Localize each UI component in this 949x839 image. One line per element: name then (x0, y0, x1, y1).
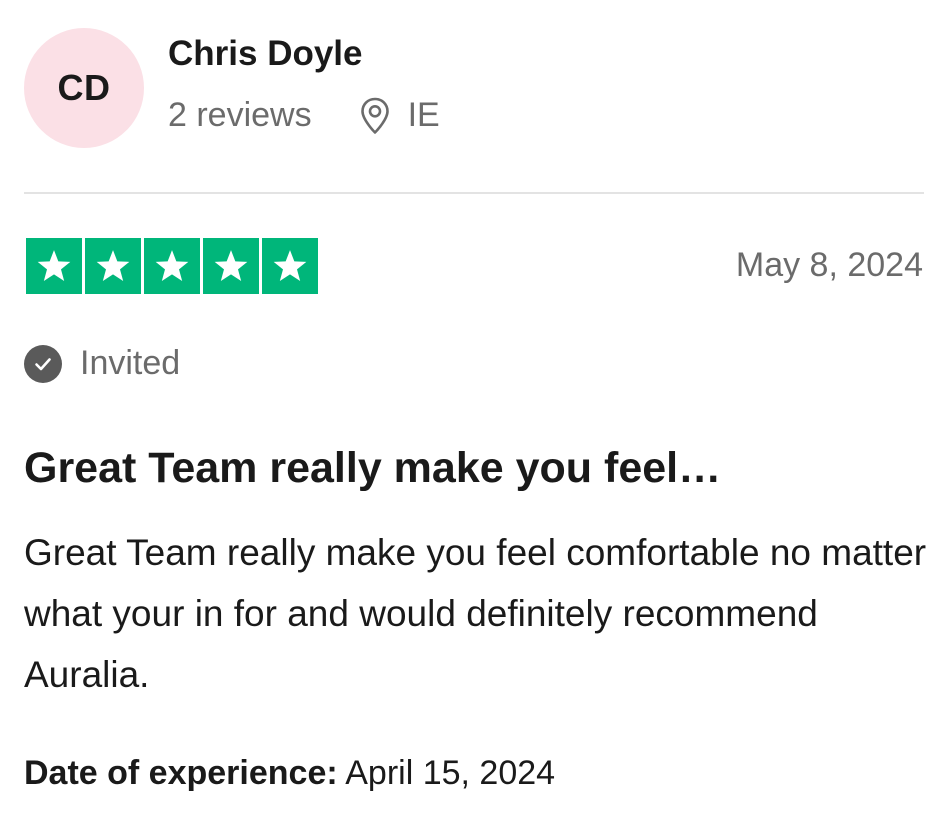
experience-label: Date of experience: (24, 754, 338, 792)
star-rating (26, 238, 318, 294)
reviews-count: 2 reviews (168, 96, 312, 134)
review-title[interactable]: Great Team really make you feel… (24, 444, 721, 493)
review-card: CD Chris Doyle 2 reviews IE May 8, 2024 … (0, 0, 949, 839)
invited-badge: Invited (24, 344, 180, 383)
avatar[interactable]: CD (24, 28, 144, 148)
experience-date: April 15, 2024 (345, 754, 556, 792)
reviewer-name[interactable]: Chris Doyle (168, 34, 363, 74)
star-icon (203, 238, 259, 294)
map-pin-icon (360, 97, 390, 135)
date-of-experience: Date of experience: April 15, 2024 (24, 754, 555, 793)
star-icon (26, 238, 82, 294)
reviewer-location: IE (407, 96, 440, 134)
invited-label: Invited (80, 344, 181, 382)
reviewer-meta: 2 reviews IE (168, 96, 440, 135)
review-body: Great Team really make you feel comforta… (24, 532, 927, 695)
check-circle-icon (24, 344, 62, 383)
star-icon (85, 238, 141, 294)
star-icon (262, 238, 318, 294)
header-divider (24, 192, 924, 194)
avatar-initials: CD (57, 67, 111, 108)
review-date: May 8, 2024 (735, 246, 923, 284)
star-icon (144, 238, 200, 294)
